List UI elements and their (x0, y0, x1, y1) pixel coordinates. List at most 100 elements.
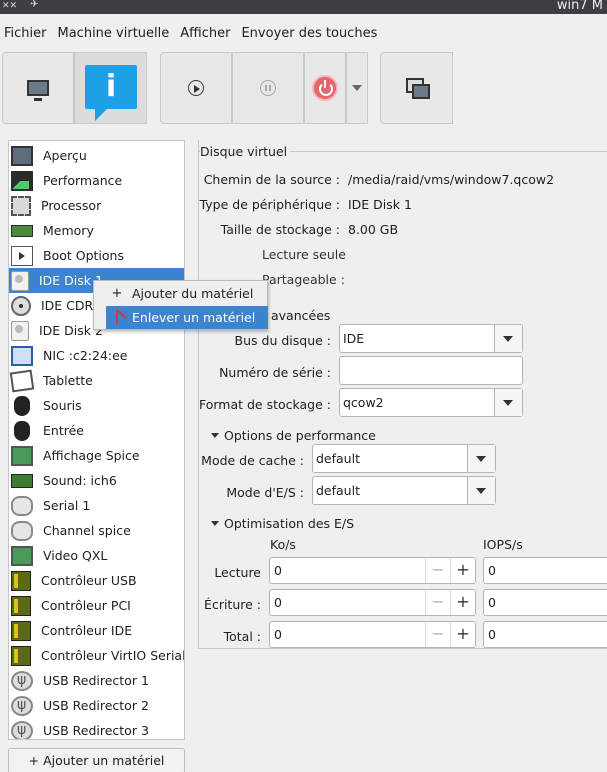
sidebar-item-usb-redirector-3[interactable]: USB Redirector 3 (9, 718, 184, 739)
cache-mode-dropdown[interactable] (467, 445, 495, 472)
menu-item-add-hardware[interactable]: + Ajouter du matériel (106, 282, 268, 305)
plus-icon: + (111, 286, 123, 301)
sidebar-item-label: Memory (43, 223, 94, 238)
hardware-list: Aperçu Performance Processor Memory Boot… (8, 140, 185, 740)
increment-button[interactable]: + (450, 558, 475, 583)
mouse-icon (14, 420, 30, 441)
menu-fichier[interactable]: Fichier (0, 22, 51, 46)
sidebar-item-label: Contrôleur PCI (41, 598, 131, 613)
disk-icon (11, 320, 29, 341)
io-tuning-label: Optimisation des E/S (224, 516, 355, 531)
total-kbs-value: 0 (274, 627, 282, 642)
fullscreen-button[interactable] (380, 52, 453, 124)
storage-format-select[interactable]: qcow2 (339, 388, 523, 417)
read-kbs-spinner[interactable]: 0 − + (269, 557, 476, 584)
sidebar-item-label: Contrôleur IDE (41, 623, 133, 638)
sidebar-item-entree[interactable]: Entrée (9, 418, 184, 443)
menu-machine-virtuelle[interactable]: Machine virtuelle (54, 22, 174, 46)
sidebar-item-controleur-virtio-serial[interactable]: Contrôleur VirtIO Serial (9, 643, 184, 668)
sidebar-item-label: Affichage Spice (43, 448, 140, 463)
shutdown-menu-button[interactable] (346, 52, 368, 124)
decrement-button[interactable]: − (425, 590, 450, 615)
run-button[interactable] (160, 52, 232, 124)
advanced-options-expander[interactable]: avancées (271, 308, 330, 323)
shutdown-button[interactable] (304, 52, 346, 124)
add-hardware-button[interactable]: + Ajouter un matériel (8, 748, 185, 772)
sidebar-item-affichage-spice[interactable]: Affichage Spice (9, 443, 184, 468)
console-button[interactable] (2, 52, 74, 124)
display-icon (11, 445, 33, 466)
write-iops-value: 0 (488, 595, 496, 610)
sidebar-item-sound[interactable]: Sound: ich6 (9, 468, 184, 493)
menu-item-remove-hardware[interactable]: Enlever un matériel (106, 306, 268, 329)
sidebar-item-usb-redirector-1[interactable]: USB Redirector 1 (9, 668, 184, 693)
sidebar-item-controleur-pci[interactable]: Contrôleur PCI (9, 593, 184, 618)
cache-mode-label: Mode de cache : (201, 453, 304, 468)
disk-bus-select[interactable]: IDE (339, 324, 523, 353)
frame-title: Disque virtuel (200, 144, 291, 159)
sidebar-item-performance[interactable]: Performance (9, 168, 184, 193)
details-button[interactable]: i (74, 52, 147, 124)
write-iops-spinner[interactable]: 0 (483, 589, 607, 616)
increment-button[interactable]: + (450, 590, 475, 615)
sound-icon (11, 473, 33, 488)
write-kbs-value: 0 (274, 595, 282, 610)
menu-item-label: Ajouter du matériel (132, 286, 254, 301)
io-mode-dropdown[interactable] (467, 477, 495, 504)
sidebar-item-serial-1[interactable]: Serial 1 (9, 493, 184, 518)
controller-icon (11, 595, 31, 616)
storage-format-dropdown[interactable] (494, 389, 522, 416)
sidebar-item-controleur-usb[interactable]: Contrôleur USB (9, 568, 184, 593)
sidebar-item-boot-options[interactable]: Boot Options (9, 243, 184, 268)
boot-icon (11, 245, 33, 266)
sidebar-item-tablette[interactable]: Tablette (9, 368, 184, 393)
chevron-down-icon (352, 85, 362, 91)
windows-icon (405, 78, 430, 99)
decrement-button[interactable]: − (425, 622, 450, 647)
total-iops-spinner[interactable]: 0 (483, 621, 607, 648)
sidebar-item-controleur-ide[interactable]: Contrôleur IDE (9, 618, 184, 643)
sidebar-item-souris[interactable]: Souris (9, 393, 184, 418)
sidebar-item-processor[interactable]: Processor (9, 193, 184, 218)
io-tuning-expander[interactable]: Optimisation des E/S (211, 516, 354, 531)
display-icon (11, 545, 33, 566)
pin-icon[interactable]: ✈ (30, 0, 38, 10)
sidebar-item-apercu[interactable]: Aperçu (9, 143, 184, 168)
sidebar-item-label: Performance (43, 173, 123, 188)
app-icon: ✕✕ (2, 1, 18, 11)
serial-number-input[interactable] (339, 356, 523, 385)
io-mode-select[interactable]: default (312, 476, 496, 505)
sidebar-item-memory[interactable]: Memory (9, 218, 184, 243)
sidebar-item-label: USB Redirector 2 (43, 698, 149, 713)
sidebar-item-video-qxl[interactable]: Video QXL (9, 543, 184, 568)
cache-mode-select[interactable]: default (312, 444, 496, 473)
expander-arrow-icon (211, 433, 219, 438)
decrement-button[interactable]: − (425, 558, 450, 583)
readonly-label: Lecture seule (262, 247, 346, 262)
source-path-value: /media/raid/vms/window7.qcow2 (348, 172, 555, 187)
pause-button[interactable] (232, 52, 304, 124)
performance-options-label: Options de performance (224, 428, 376, 443)
expander-arrow-icon (211, 521, 219, 526)
disk-bus-value: IDE (343, 331, 365, 346)
write-kbs-spinner[interactable]: 0 − + (269, 589, 476, 616)
sidebar-item-channel-spice[interactable]: Channel spice (9, 518, 184, 543)
sidebar-item-label: Boot Options (43, 248, 124, 263)
play-icon (188, 80, 204, 96)
usb-icon (11, 670, 33, 691)
sidebar-item-label: Processor (41, 198, 102, 213)
menu-envoyer-touches[interactable]: Envoyer des touches (237, 22, 381, 46)
total-kbs-spinner[interactable]: 0 − + (269, 621, 476, 648)
read-iops-spinner[interactable]: 0 (483, 557, 607, 584)
chevron-down-icon (503, 400, 513, 406)
performance-options-expander[interactable]: Options de performance (211, 428, 376, 443)
storage-format-label: Format de stockage : (198, 397, 331, 412)
sidebar-item-usb-redirector-2[interactable]: USB Redirector 2 (9, 693, 184, 718)
sidebar-item-nic[interactable]: NIC :c2:24:ee (9, 343, 184, 368)
increment-button[interactable]: + (450, 622, 475, 647)
shareable-label: Partageable : (262, 272, 345, 287)
pause-icon (260, 80, 276, 96)
disk-bus-dropdown[interactable] (494, 325, 522, 352)
menu-afficher[interactable]: Afficher (176, 22, 234, 46)
sidebar-item-label: Tablette (43, 373, 93, 388)
